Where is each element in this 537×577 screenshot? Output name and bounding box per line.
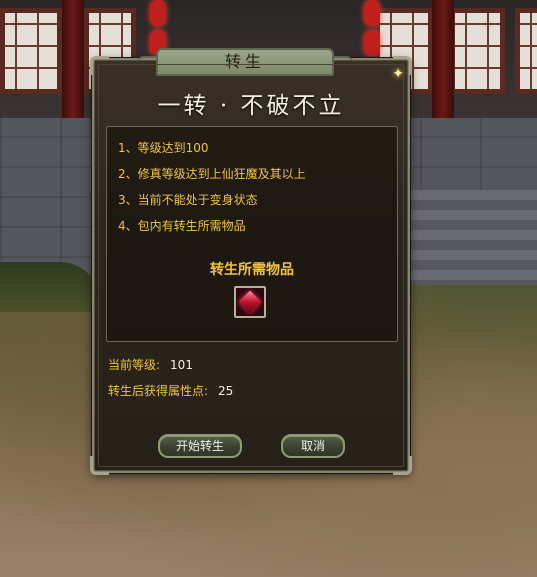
lattice-window — [450, 8, 505, 94]
current-level-row: 当前等级: 101 — [108, 356, 193, 373]
red-lantern — [364, 30, 380, 56]
sparkle-icon: ✦ — [392, 66, 404, 82]
requirement-item: 1、等级达到100 — [118, 141, 209, 155]
dialog-heading: 一转 · 不破不立 — [157, 93, 345, 119]
current-level-value: 101 — [170, 358, 193, 372]
requirement-item: 3、当前不能处于变身状态 — [118, 193, 258, 207]
frame-corner — [90, 56, 109, 75]
current-level-label: 当前等级: — [108, 358, 161, 372]
dialog-title-tab: 转生 — [136, 48, 354, 76]
required-item-slot[interactable] — [234, 286, 266, 318]
red-lantern — [150, 0, 166, 26]
red-lantern — [364, 0, 380, 26]
attribute-points-row: 转生后获得属性点: 25 — [108, 382, 233, 399]
requirement-item: 4、包内有转生所需物品 — [118, 219, 246, 233]
lattice-window — [0, 8, 62, 94]
requirement-item: 2、修真等级达到上仙狂魔及其以上 — [118, 167, 306, 181]
frame-corner — [90, 456, 109, 475]
stone-stairs — [405, 190, 537, 300]
requirements-panel: 1、等级达到100 2、修真等级达到上仙狂魔及其以上 3、当前不能处于变身状态 … — [106, 126, 398, 342]
rebirth-dialog: 转生 ✦ 一转 · 不破不立 1、等级达到100 2、修真等级达到上仙狂魔及其以… — [90, 48, 412, 475]
requirements-list: 1、等级达到100 2、修真等级达到上仙狂魔及其以上 3、当前不能处于变身状态 … — [118, 139, 306, 243]
attribute-points-label: 转生后获得属性点: — [108, 384, 209, 398]
attribute-points-value: 25 — [218, 384, 234, 398]
frame-corner — [393, 456, 412, 475]
start-rebirth-button[interactable]: 开始转生 — [158, 434, 242, 458]
cancel-button[interactable]: 取消 — [281, 434, 345, 458]
required-items-title: 转生所需物品 — [210, 262, 294, 278]
red-gem-icon — [238, 290, 262, 314]
lattice-window — [515, 8, 537, 94]
